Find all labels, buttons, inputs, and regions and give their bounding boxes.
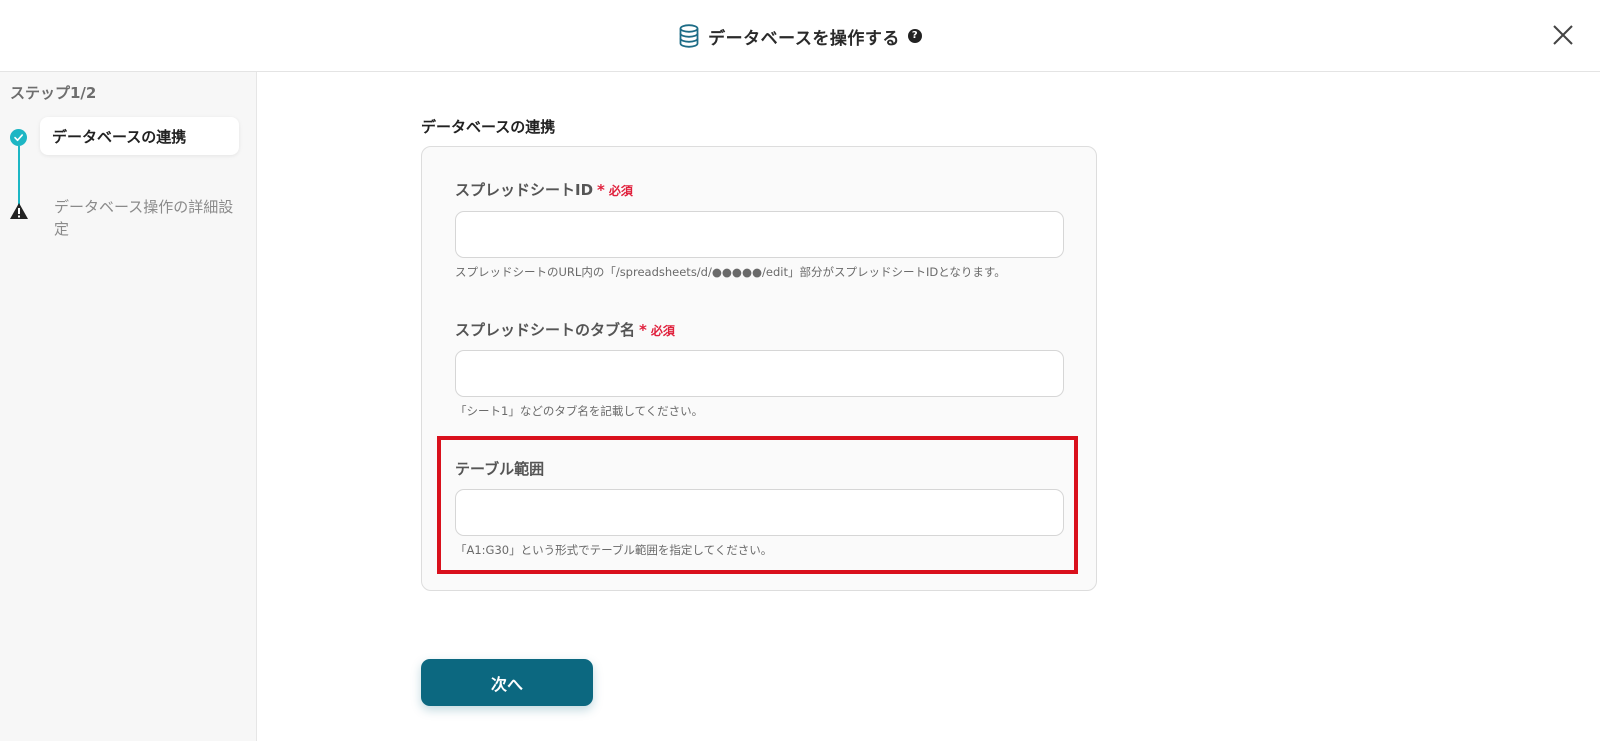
spreadsheet-id-label: スプレッドシートID * 必須 [455,179,633,200]
required-badge: 必須 [650,324,675,338]
required-asterisk: * [639,321,647,339]
check-circle-icon [10,129,27,146]
spreadsheet-tab-hint: 「シート1」などのタブ名を記載してください。 [455,404,704,418]
close-button[interactable] [1548,20,1578,50]
help-icon[interactable]: ? [907,29,922,43]
step-sidebar: ステップ1/2 データベースの連携 データベース操作の詳細設定 [0,72,257,741]
required-badge: 必須 [608,184,633,198]
table-range-input[interactable] [455,489,1064,536]
table-range-label: テーブル範囲 [455,458,544,479]
spreadsheet-tab-input[interactable] [455,350,1064,397]
spreadsheet-tab-label: スプレッドシートのタブ名 * 必須 [455,319,675,340]
field-label-text: スプレッドシートID [455,181,594,199]
close-icon [1553,25,1573,45]
step-item-operation-details[interactable]: データベース操作の詳細設定 [54,196,234,240]
field-label-text: スプレッドシートのタブ名 [455,321,636,339]
section-title: データベースの連携 [421,118,556,136]
field-label-text: テーブル範囲 [455,460,545,478]
page-title: データベースを操作する [708,28,900,49]
required-asterisk: * [597,181,605,199]
spreadsheet-id-input[interactable] [455,211,1064,258]
step-item-database-link[interactable]: データベースの連携 [40,117,239,155]
table-range-hint: 「A1:G30」という形式でテーブル範囲を指定してください。 [455,543,773,557]
step-counter: ステップ1/2 [10,84,97,102]
spreadsheet-id-hint: スプレッドシートのURL内の「/spreadsheets/d/●●●●●/edi… [455,265,1006,279]
modal-header: データベースを操作する ? [0,0,1600,72]
step-connector-line [18,146,20,206]
database-link-form: スプレッドシートID * 必須 スプレッドシートのURL内の「/spreadsh… [421,146,1097,591]
next-button[interactable]: 次へ [421,659,593,706]
database-icon [678,24,700,48]
header-title-group: データベースを操作する ? [0,0,1600,72]
warning-icon [9,202,29,220]
